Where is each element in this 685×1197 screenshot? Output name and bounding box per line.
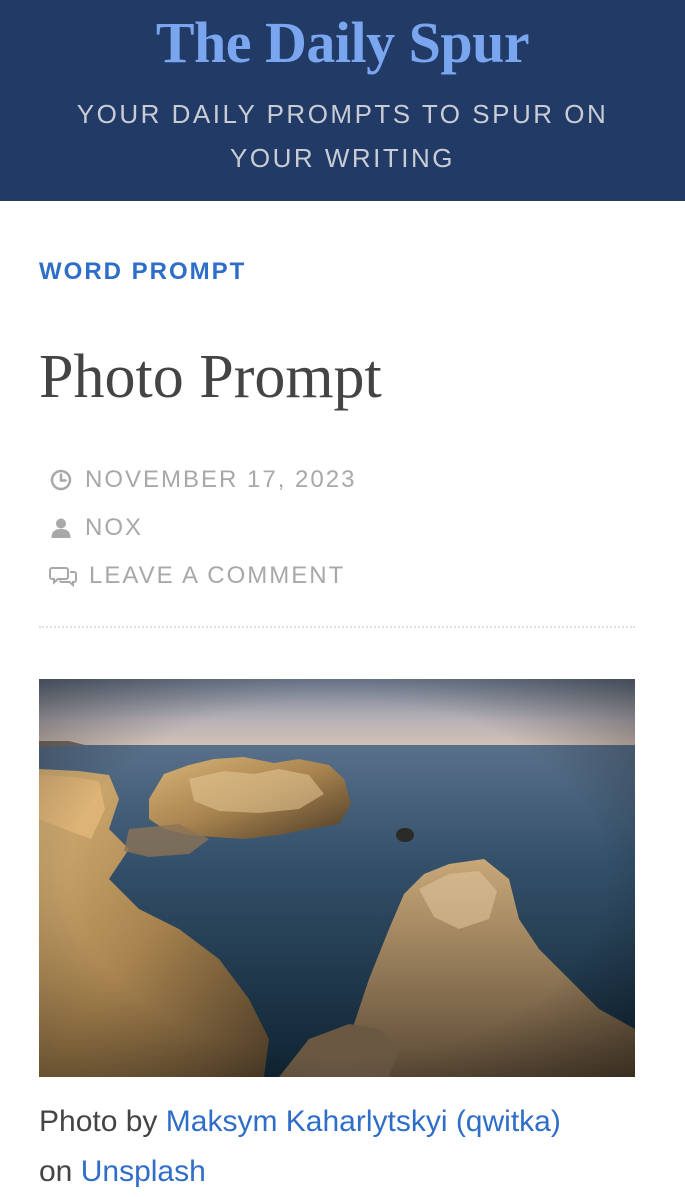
- photographer-link[interactable]: Maksym Kaharlytskyi (qwitka): [166, 1105, 561, 1138]
- site-header: The Daily Spur YOUR DAILY PROMPTS TO SPU…: [0, 0, 685, 201]
- meta-divider: [39, 626, 635, 628]
- unsplash-link[interactable]: Unsplash: [81, 1155, 206, 1188]
- site-tagline: YOUR DAILY PROMPTS TO SPUR ON YOUR WRITI…: [76, 99, 609, 173]
- user-icon: [49, 516, 73, 540]
- post-title: Photo Prompt: [39, 343, 382, 411]
- coastal-cliffs-image: [39, 679, 635, 1077]
- leave-comment-link[interactable]: LEAVE A COMMENT: [89, 562, 345, 590]
- post-author-link[interactable]: NOX: [85, 514, 143, 542]
- post-author-row: NOX: [49, 504, 635, 552]
- category-link[interactable]: WORD PROMPT: [39, 258, 246, 286]
- clock-icon: [49, 468, 73, 492]
- post-date-link[interactable]: NOVEMBER 17, 2023: [85, 466, 356, 494]
- comments-icon: [49, 564, 77, 588]
- photo-caption: Photo by Maksym Kaharlytskyi (qwitka) on …: [39, 1097, 639, 1197]
- post-photo: [39, 679, 635, 1077]
- post-comment-row: LEAVE A COMMENT: [49, 552, 635, 600]
- caption-middle: on: [39, 1155, 81, 1188]
- caption-prefix: Photo by: [39, 1105, 166, 1138]
- post-meta: NOVEMBER 17, 2023 NOX LEAVE A COMMENT: [39, 456, 635, 600]
- site-title[interactable]: The Daily Spur: [0, 8, 685, 78]
- post-date-row: NOVEMBER 17, 2023: [49, 456, 635, 504]
- post-content: WORD PROMPT Photo Prompt NOVEMBER 17, 20…: [0, 201, 685, 1197]
